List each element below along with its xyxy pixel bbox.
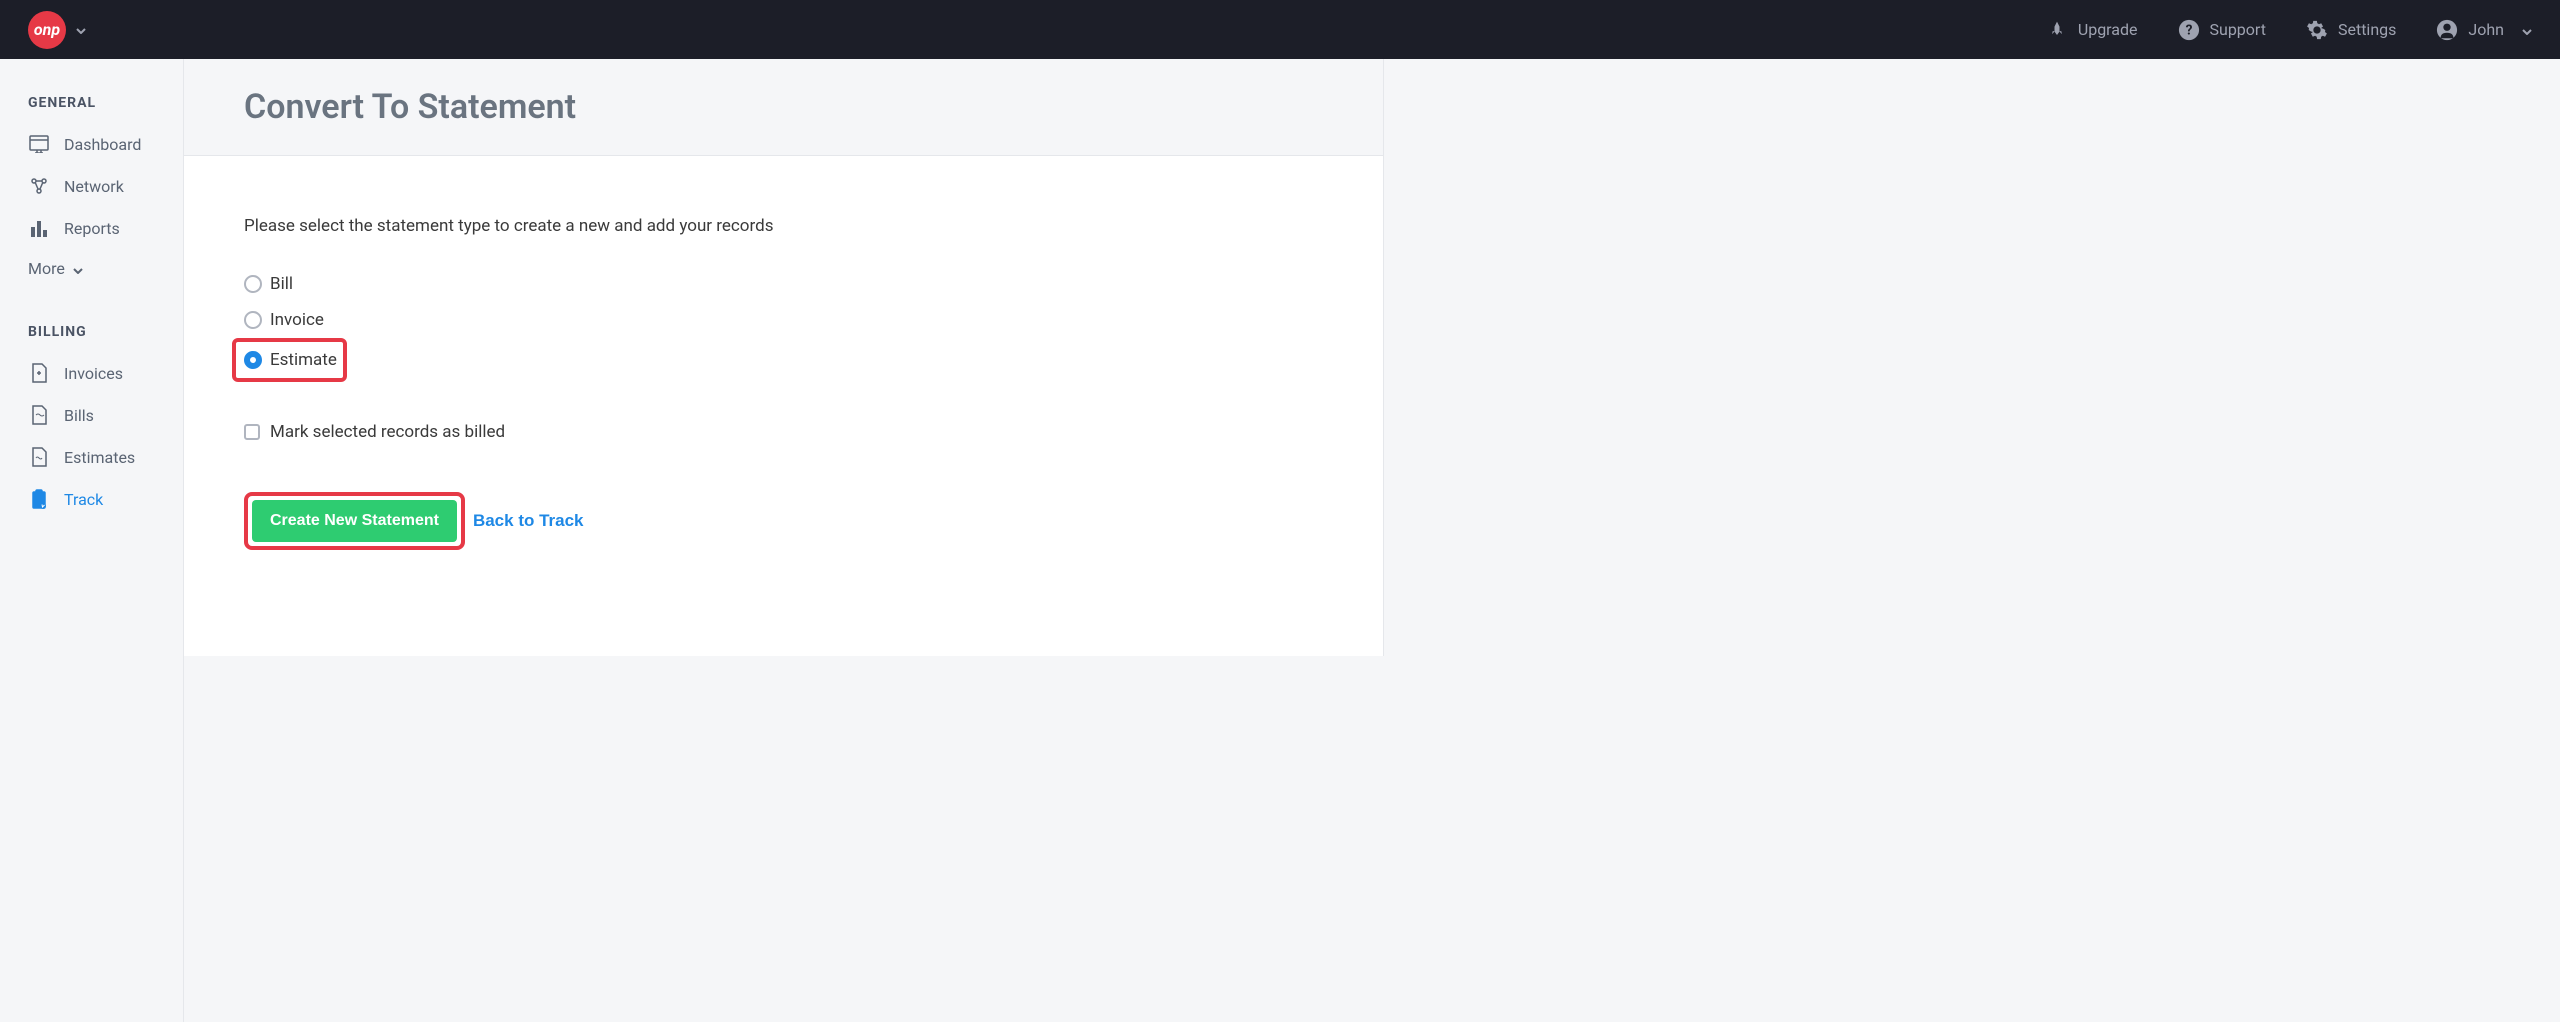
user-menu[interactable]: John	[2436, 19, 2532, 41]
sidebar: GENERAL Dashboard Network Reports	[0, 59, 184, 1022]
back-to-track-link[interactable]: Back to Track	[469, 499, 588, 543]
logo-icon: onp	[28, 11, 66, 49]
radio-label: Bill	[270, 274, 293, 294]
user-icon	[2436, 19, 2458, 41]
content-area: Convert To Statement Please select the s…	[184, 59, 1384, 1022]
main-container: GENERAL Dashboard Network Reports	[0, 59, 2560, 1022]
radio-icon	[244, 311, 262, 329]
radio-estimate[interactable]: Estimate	[232, 338, 347, 382]
top-header: onp Upgrade ? Support Settings	[0, 0, 2560, 59]
radio-icon	[244, 351, 262, 369]
radio-icon	[244, 275, 262, 293]
upgrade-label: Upgrade	[2078, 20, 2138, 39]
sidebar-title-general: GENERAL	[0, 87, 183, 119]
page-header: Convert To Statement	[184, 59, 1384, 156]
sidebar-item-label: Network	[64, 177, 124, 196]
checkbox-label: Mark selected records as billed	[270, 422, 505, 442]
instruction-text: Please select the statement type to crea…	[244, 216, 1323, 236]
button-row: Create New Statement Back to Track	[244, 492, 1323, 550]
sidebar-item-estimates[interactable]: Estimates	[0, 436, 183, 478]
estimate-icon	[28, 446, 50, 468]
gear-icon	[2306, 19, 2328, 41]
radio-label: Estimate	[270, 350, 337, 370]
page-title: Convert To Statement	[244, 87, 1323, 127]
invoice-icon	[28, 362, 50, 384]
support-label: Support	[2210, 20, 2266, 39]
bill-icon	[28, 404, 50, 426]
button-highlight: Create New Statement	[244, 492, 465, 550]
chevron-down-icon	[76, 23, 86, 37]
radio-bill[interactable]: Bill	[244, 266, 1323, 302]
sidebar-item-label: Estimates	[64, 448, 135, 467]
sidebar-item-label: Reports	[64, 219, 120, 238]
chevron-down-icon	[2522, 20, 2532, 39]
logo-text: onp	[34, 20, 60, 39]
sidebar-item-label: Invoices	[64, 364, 123, 383]
chevron-down-icon	[73, 259, 83, 278]
dashboard-icon	[28, 133, 50, 155]
sidebar-more[interactable]: More	[0, 249, 183, 288]
create-statement-button[interactable]: Create New Statement	[252, 500, 457, 542]
sidebar-item-invoices[interactable]: Invoices	[0, 352, 183, 394]
settings-label: Settings	[2338, 20, 2396, 39]
radio-invoice[interactable]: Invoice	[244, 302, 1323, 338]
network-icon	[28, 175, 50, 197]
svg-text:?: ?	[2185, 22, 2192, 38]
sidebar-item-label: Dashboard	[64, 135, 141, 154]
logo-section[interactable]: onp	[28, 11, 86, 49]
help-icon: ?	[2178, 19, 2200, 41]
more-label: More	[28, 259, 65, 278]
settings-link[interactable]: Settings	[2306, 19, 2396, 41]
checkbox-icon	[244, 424, 260, 440]
sidebar-item-label: Bills	[64, 406, 94, 425]
checkbox-mark-billed[interactable]: Mark selected records as billed	[244, 422, 1323, 442]
bar-chart-icon	[28, 217, 50, 239]
sidebar-section-general: GENERAL Dashboard Network Reports	[0, 87, 183, 288]
upgrade-link[interactable]: Upgrade	[2046, 19, 2138, 41]
content-wrapper: Convert To Statement Please select the s…	[184, 59, 2560, 1022]
sidebar-title-billing: BILLING	[0, 316, 183, 348]
radio-group: Bill Invoice Estimate	[244, 266, 1323, 382]
page-body: Please select the statement type to crea…	[184, 156, 1384, 656]
clipboard-icon	[28, 488, 50, 510]
sidebar-item-label: Track	[64, 490, 103, 509]
radio-label: Invoice	[270, 310, 324, 330]
sidebar-item-bills[interactable]: Bills	[0, 394, 183, 436]
sidebar-item-dashboard[interactable]: Dashboard	[0, 123, 183, 165]
sidebar-item-network[interactable]: Network	[0, 165, 183, 207]
sidebar-section-billing: BILLING Invoices Bills Estimates	[0, 316, 183, 520]
support-link[interactable]: ? Support	[2178, 19, 2266, 41]
header-right: Upgrade ? Support Settings John	[2046, 19, 2532, 41]
sidebar-item-track[interactable]: Track	[0, 478, 183, 520]
sidebar-item-reports[interactable]: Reports	[0, 207, 183, 249]
user-label: John	[2468, 20, 2504, 39]
rocket-icon	[2046, 19, 2068, 41]
